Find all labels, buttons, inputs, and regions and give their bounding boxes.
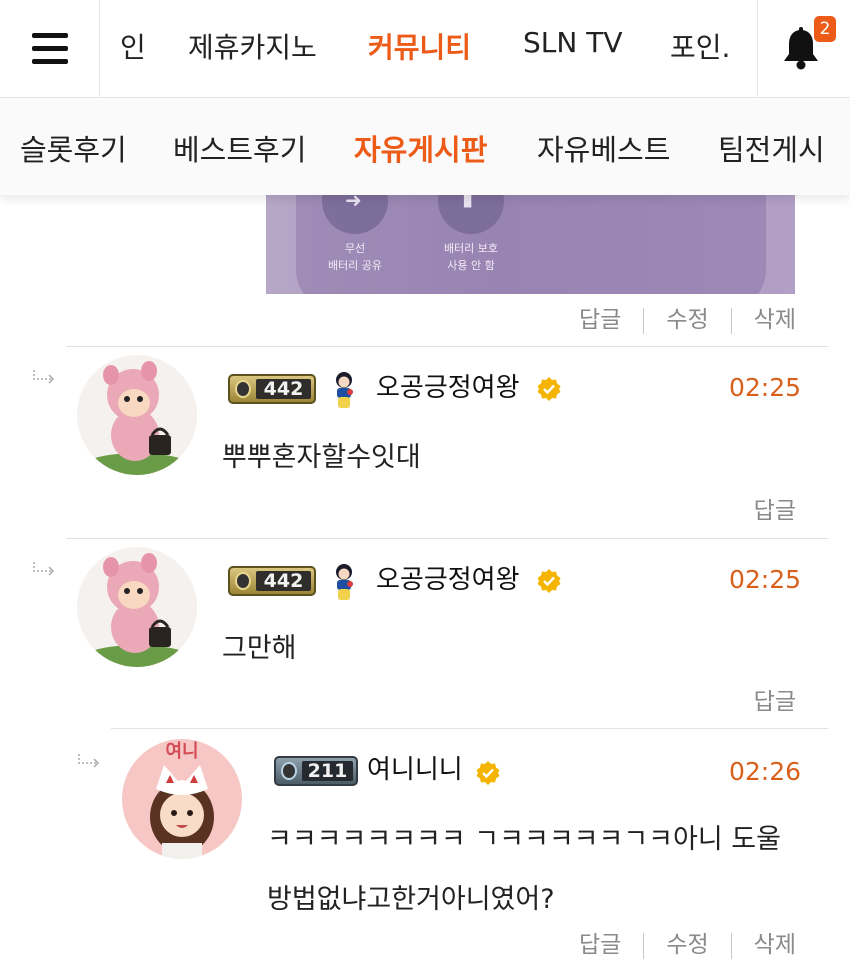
top-navigation-bar: 인 제휴카지노 커뮤니티 SLN TV 포인. 2 (0, 0, 850, 98)
comment-line: ㅋㅋㅋㅋㅋㅋㅋㅋ ㄱㅋㅋㅋㅋㅋㄱㅋ아니 도울 (267, 824, 781, 855)
level-gem-icon (235, 572, 251, 590)
tab-points-partial[interactable]: 포인. (670, 26, 730, 66)
tab-login-partial[interactable]: 인 (120, 26, 146, 66)
notification-count-badge: 2 (814, 16, 836, 42)
comment-actions-previous: 답글 수정 삭제 (579, 300, 796, 334)
image-label-battery-protect: 배터리 보호 (443, 242, 499, 255)
edit-button[interactable]: 수정 (666, 925, 708, 959)
comment-line: 그만해 (222, 633, 297, 664)
avatar[interactable] (77, 355, 197, 475)
comment-author[interactable]: 오공긍정여왕 (376, 562, 520, 598)
hamburger-menu-icon[interactable] (0, 0, 100, 98)
verified-badge-icon (537, 377, 561, 401)
verified-badge-icon (537, 569, 561, 593)
snow-white-icon (336, 372, 353, 408)
reply-button[interactable]: 답글 (754, 682, 796, 716)
comment-divider (66, 346, 828, 347)
subtab-slot-reviews[interactable]: 슬롯후기 (20, 127, 127, 169)
comment-line: 방법없냐고한거아니였어? (267, 884, 555, 915)
tab-sln-tv[interactable]: SLN TV (523, 26, 622, 59)
subtab-free-best[interactable]: 자유베스트 (537, 127, 670, 169)
comment-body: 뿌뿌혼자할수잇대 (222, 428, 421, 488)
comment-actions: 답글 수정 삭제 (579, 925, 796, 959)
image-label-not-used: 사용 안 함 (447, 259, 495, 272)
delete-button[interactable]: 삭제 (754, 925, 796, 959)
tab-community[interactable]: 커뮤니티 (368, 26, 471, 66)
avatar-text: 여니 (165, 741, 198, 762)
edit-button[interactable]: 수정 (666, 300, 708, 334)
snow-white-icon (336, 564, 353, 600)
comment-actions: 답글 (754, 682, 796, 716)
reply-arrow-icon (78, 754, 100, 768)
tab-partner-casino[interactable]: 제휴카지노 (188, 26, 317, 66)
level-badge: 442 (228, 374, 316, 404)
subtab-team-board[interactable]: 팀전게시 (718, 127, 825, 169)
comment-body: 그만해 (222, 619, 297, 679)
comment-time: 02:25 (729, 373, 802, 402)
main-nav-tabs: 인 제휴카지노 커뮤니티 SLN TV 포인. (101, 0, 757, 98)
comment-actions: 답글 (754, 491, 796, 525)
reply-button[interactable]: 답글 (579, 925, 621, 959)
image-label-battery-share: 배터리 공유 (327, 259, 383, 272)
comment-author[interactable]: 여니니니 (367, 752, 463, 788)
comment-divider (111, 728, 828, 729)
reply-arrow-icon (33, 562, 55, 576)
subtab-free-board[interactable]: 자유게시판 (354, 127, 487, 169)
level-badge: 211 (274, 756, 358, 786)
reply-button[interactable]: 답글 (754, 491, 796, 525)
comment-time: 02:26 (729, 757, 802, 786)
board-subnav: 슬롯후기 베스트후기 자유게시판 자유베스트 팀전게시 (0, 99, 850, 195)
image-label-wireless: 무선 (344, 242, 366, 255)
level-gem-icon (281, 762, 297, 780)
notifications-button[interactable] (757, 0, 850, 98)
delete-button[interactable]: 삭제 (754, 300, 796, 334)
comment-divider (66, 538, 828, 539)
level-badge: 442 (228, 566, 316, 596)
avatar[interactable]: 여니 (122, 739, 242, 859)
subtab-best-reviews[interactable]: 베스트후기 (173, 127, 306, 169)
avatar[interactable] (77, 547, 197, 667)
comment-author[interactable]: 오공긍정여왕 (376, 370, 520, 406)
level-gem-icon (235, 380, 251, 398)
reply-button[interactable]: 답글 (579, 300, 621, 334)
comment-time: 02:25 (729, 565, 802, 594)
comment-line: 뿌뿌혼자할수잇대 (222, 442, 421, 473)
comment-body: ㅋㅋㅋㅋㅋㅋㅋㅋ ㄱㅋㅋㅋㅋㅋㄱㅋ아니 도울 방법없냐고한거아니였어? (267, 810, 781, 930)
reply-arrow-icon (33, 370, 55, 384)
verified-badge-icon (476, 761, 500, 785)
